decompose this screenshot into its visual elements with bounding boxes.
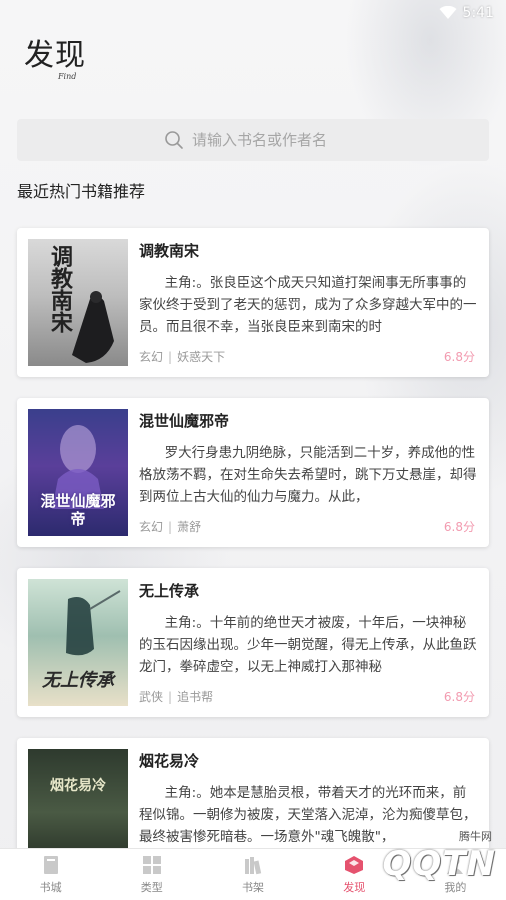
nav-label: 书架 (242, 881, 264, 894)
book-genre: 玄幻 (139, 520, 164, 534)
book-author: 妖惑天下 (177, 350, 226, 364)
book-list: 调教南宋 调教南宋 主角:。张良臣这个成天只知道打架闹事无所事事的家伙终于受到了… (17, 228, 489, 900)
book-cover[interactable]: 调教南宋 (28, 239, 128, 366)
book-meta: 玄幻 | 妖惑天下 (139, 348, 225, 365)
book-card[interactable]: 调教南宋 调教南宋 主角:。张良臣这个成天只知道打架闹事无所事事的家伙终于受到了… (17, 228, 489, 377)
search-input[interactable] (192, 131, 342, 149)
book-city-icon (43, 856, 58, 874)
book-author: 追书帮 (177, 690, 214, 704)
book-title[interactable]: 混世仙魔邪帝 (139, 410, 229, 431)
status-bar: 5:41 (0, 0, 506, 26)
watermark-brand: QQTN (382, 844, 496, 884)
grid-icon (142, 856, 161, 874)
book-title[interactable]: 调教南宋 (139, 240, 199, 261)
book-title[interactable]: 烟花易冷 (139, 750, 199, 771)
book-description: 主角:。十年前的绝世天才被废，十年后，一块神秘的玉石因缘出现。少年一朝觉醒，得无… (139, 615, 477, 675)
book-description: 主角:。张良臣这个成天只知道打架闹事无所事事的家伙终于受到了老天的惩罚，成为了众… (139, 275, 477, 335)
book-score: 6.8分 (443, 690, 475, 704)
book-card[interactable]: 无上传承 无上传承 主角:。十年前的绝世天才被废，十年后，一块神秘的玉石因缘出现… (17, 568, 489, 717)
book-genre: 武侠 (139, 690, 164, 704)
book-description: 罗大行身患九阴绝脉，只能活到二十岁，养成他的性格放荡不羁，在对生命失去希望时，跳… (139, 445, 477, 505)
book-cover-title: 烟花易冷 (50, 778, 106, 794)
book-genre: 玄幻 (139, 350, 164, 364)
search-icon (165, 131, 183, 149)
book-author: 萧舒 (177, 520, 202, 534)
search-bar[interactable] (17, 119, 489, 161)
watermark-logo: 腾牛网 QQTN (383, 828, 496, 884)
book-cover-title: 无上传承 (42, 670, 114, 691)
nav-item-type[interactable]: 类型 (101, 849, 202, 900)
book-cover-title: 调教南宋 (47, 245, 73, 333)
watermark-site-name: 腾牛网 (459, 830, 492, 843)
nav-item-bookshelf[interactable]: 书架 (202, 849, 303, 900)
meta-separator: | (168, 520, 173, 534)
nav-item-book-city[interactable]: 书城 (0, 849, 101, 900)
wifi-icon (439, 6, 457, 19)
book-score: 6.8分 (443, 350, 475, 364)
nav-label: 类型 (140, 881, 163, 894)
meta-separator: | (168, 690, 173, 704)
book-cover-title: 混世仙魔邪帝 (40, 492, 116, 528)
nav-label: 发现 (343, 881, 366, 894)
book-meta: 玄幻 | 萧舒 (139, 518, 201, 535)
bookshelf-icon (245, 857, 262, 875)
section-title: 最近热门书籍推荐 (17, 182, 146, 201)
book-meta: 武侠 | 追书帮 (139, 688, 213, 705)
book-score: 6.8分 (443, 520, 475, 534)
status-time: 5:41 (462, 5, 494, 21)
discover-icon (345, 856, 364, 874)
book-cover[interactable]: 混世仙魔邪帝 (28, 409, 128, 536)
book-cover[interactable]: 无上传承 (28, 579, 128, 706)
book-title[interactable]: 无上传承 (139, 580, 199, 601)
nav-label: 书城 (39, 881, 62, 894)
page-title: 发现 (24, 38, 86, 73)
page-header: 发现 Find (24, 38, 86, 81)
meta-separator: | (168, 350, 173, 364)
book-card[interactable]: 混世仙魔邪帝 混世仙魔邪帝 罗大行身患九阴绝脉，只能活到二十岁，养成他的性格放荡… (17, 398, 489, 547)
